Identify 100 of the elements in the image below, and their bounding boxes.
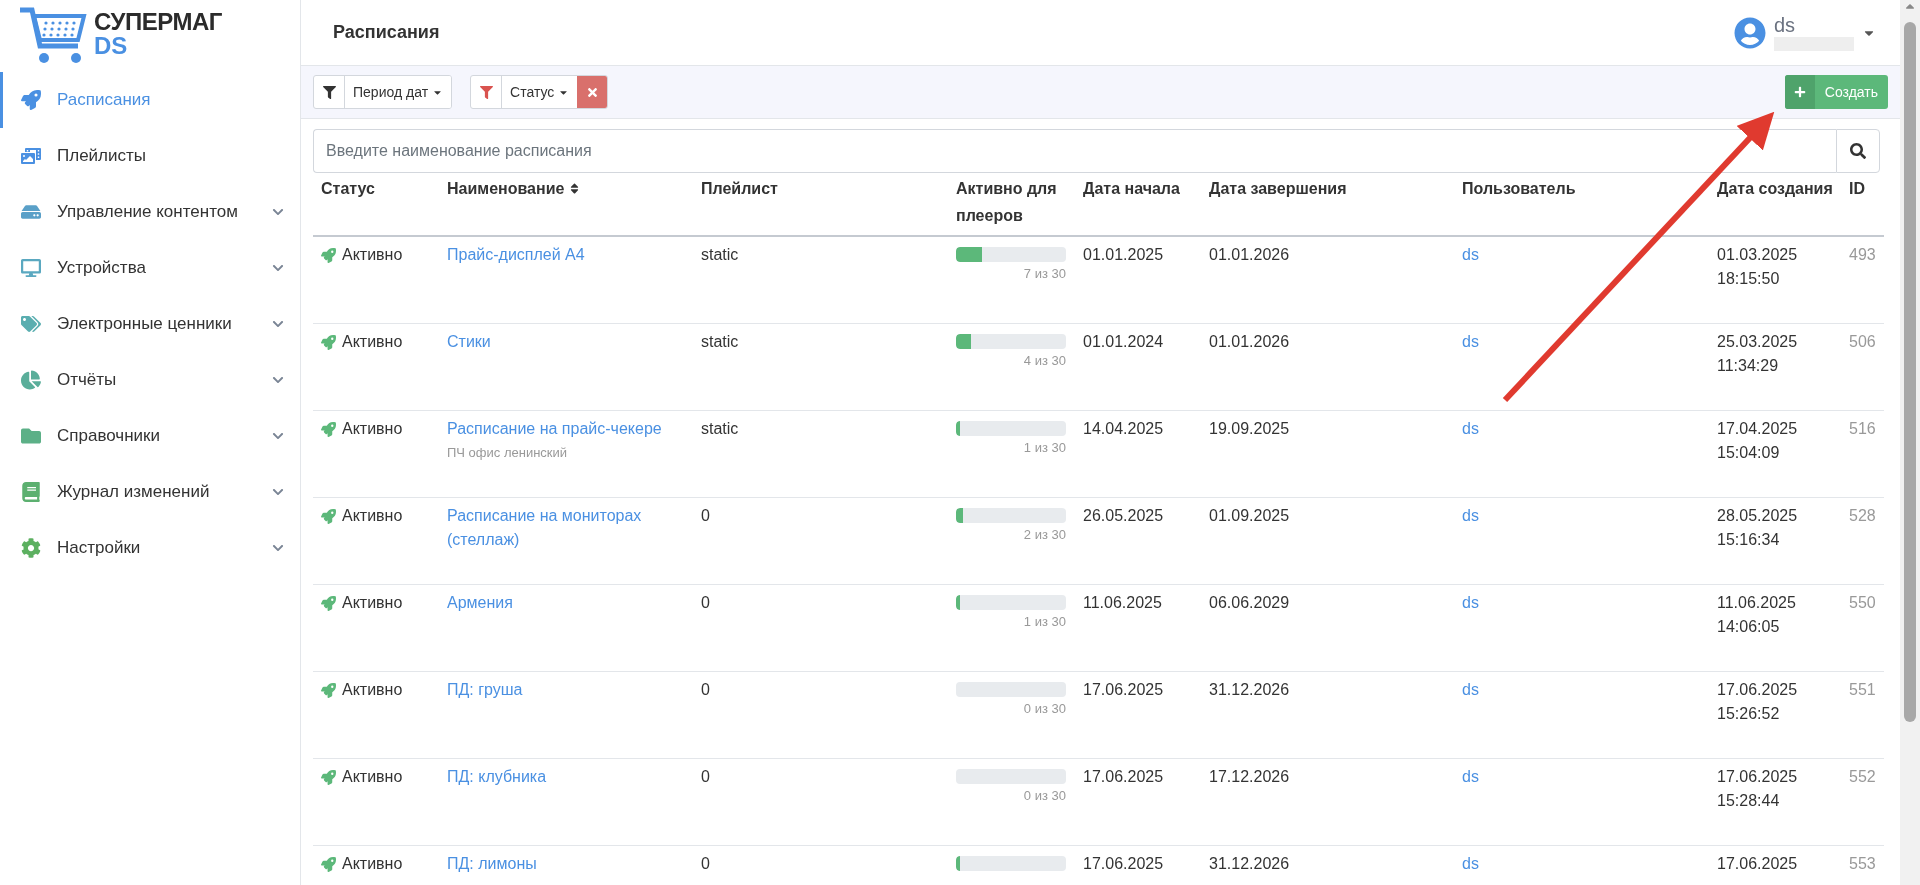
created-time: 11:34:29 — [1717, 356, 1779, 376]
end-date: 06.06.2029 — [1209, 593, 1290, 613]
sidebar-item[interactable]: Справочники — [0, 408, 300, 464]
start-date: 17.06.2025 — [1083, 854, 1164, 874]
id-cell-text: 550 — [1849, 593, 1876, 613]
status-text: Активно — [321, 591, 403, 615]
players-count: 4 из 30 — [1022, 352, 1066, 370]
id-cell-text: 553 — [1849, 854, 1876, 874]
id-cell-text: 552 — [1849, 767, 1876, 787]
column-header: ID — [1841, 173, 1884, 237]
end-date: 31.12.2026 — [1209, 680, 1290, 700]
id-cell-text: 506 — [1849, 332, 1876, 352]
status-text: Активно — [321, 852, 403, 876]
sidebar-item[interactable]: Отчёты — [0, 352, 300, 408]
created-time: 18:15:50 — [1717, 269, 1780, 289]
id-cell-text: 516 — [1849, 419, 1876, 439]
column-header: Дата создания — [1709, 173, 1841, 237]
search-button[interactable] — [1836, 129, 1880, 173]
rocket-icon — [321, 856, 336, 872]
players-count: 0 из 30 — [1022, 787, 1066, 805]
avatar-icon[interactable] — [1734, 16, 1766, 49]
created-date: 17.06.2025 — [1717, 767, 1798, 787]
sidebar-item[interactable]: Журнал изменений — [0, 464, 300, 520]
start-date: 14.04.2025 — [1083, 419, 1164, 439]
schedule-link[interactable]: Стики — [447, 330, 491, 354]
rocket-icon — [321, 247, 336, 263]
column-header: Пользователь — [1454, 173, 1709, 237]
plus-icon — [1793, 86, 1806, 98]
end-date: 31.12.2026 — [1209, 854, 1290, 874]
created-date: 17.04.2025 — [1717, 419, 1798, 439]
sidebar-item[interactable]: Устройства — [0, 240, 300, 296]
user-link[interactable]: ds — [1462, 330, 1479, 354]
sidebar-item[interactable]: Управление контентом — [0, 184, 300, 240]
schedule-link[interactable]: Расписание на прайс-чекере — [447, 417, 662, 441]
user-link[interactable]: ds — [1462, 852, 1479, 876]
created-date: 01.03.2025 — [1717, 245, 1798, 265]
created-date: 17.06.2025 — [1717, 854, 1798, 874]
playlist-cell-text: 0 — [701, 506, 710, 526]
schedule-link[interactable]: ПД: лимоны — [447, 852, 537, 876]
players-count: 1 из 30 — [1022, 439, 1066, 457]
user-link[interactable]: ds — [1462, 417, 1479, 441]
user-name[interactable]: ds — [1774, 14, 1854, 35]
start-date: 01.01.2024 — [1083, 332, 1164, 352]
created-date: 28.05.2025 — [1717, 506, 1798, 526]
user-link[interactable]: ds — [1462, 678, 1479, 702]
sidebar-item[interactable]: Электронные ценники — [0, 296, 300, 352]
schedule-link[interactable]: Прайс-дисплей А4 — [447, 243, 585, 267]
column-header[interactable]: Наименование — [439, 173, 693, 237]
user-link[interactable]: ds — [1462, 591, 1479, 615]
rocket-icon — [321, 682, 336, 698]
column-header: Плейлист — [693, 173, 948, 237]
created-time: 14:06:05 — [1717, 617, 1780, 637]
end-date: 01.01.2026 — [1209, 332, 1290, 352]
players-count: 0 из 30 — [1022, 700, 1066, 718]
rocket-icon — [321, 421, 336, 437]
rocket-icon — [321, 769, 336, 785]
create-button[interactable]: Создать — [1784, 75, 1888, 109]
end-date: 19.09.2025 — [1209, 419, 1290, 439]
end-date: 01.09.2025 — [1209, 506, 1290, 526]
brand-name: СУПЕРМАГ — [94, 10, 222, 34]
search-field[interactable]: Введите наименование расписания — [313, 129, 1836, 173]
start-date: 11.06.2025 — [1083, 593, 1162, 613]
schedule-link[interactable]: ПД: клубника — [447, 765, 547, 789]
column-header: Статус — [313, 173, 439, 237]
user-link[interactable]: ds — [1462, 765, 1479, 789]
start-date: 26.05.2025 — [1083, 506, 1164, 526]
scrollbar-thumb[interactable] — [1904, 22, 1916, 722]
start-date: 01.01.2025 — [1083, 245, 1164, 265]
end-date: 17.12.2026 — [1209, 767, 1290, 787]
players-count: 2 из 30 — [1022, 526, 1066, 544]
created-time: 15:04:09 — [1717, 443, 1780, 463]
created-time: 15:28:44 — [1717, 791, 1780, 811]
created-date: 17.06.2025 — [1717, 680, 1798, 700]
playlist-cell-text: static — [701, 245, 739, 265]
status-text: Активно — [321, 417, 403, 441]
schedule-link[interactable]: ПД: груша — [447, 678, 523, 702]
created-time: 15:16:34 — [1717, 530, 1780, 550]
column-header: Дата начала — [1075, 173, 1201, 237]
id-cell-text: 493 — [1849, 245, 1876, 265]
id-cell-text: 528 — [1849, 506, 1876, 526]
rocket-icon — [321, 595, 336, 611]
status-text: Активно — [321, 243, 403, 267]
sidebar-item[interactable]: Настройки — [0, 520, 300, 576]
close-icon — [585, 85, 599, 99]
created-date: 25.03.2025 — [1717, 332, 1798, 352]
sidebar-item[interactable]: Плейлисты — [0, 128, 300, 184]
schedule-link[interactable]: Расписание на мониторах (стеллаж) — [447, 504, 685, 552]
clear-filter-button[interactable] — [577, 76, 608, 108]
players-count: 7 из 30 — [1022, 265, 1066, 283]
created-time: 15:26:52 — [1717, 704, 1780, 724]
user-link[interactable]: ds — [1462, 243, 1479, 267]
user-link[interactable]: ds — [1462, 504, 1479, 528]
status-text: Активно — [321, 330, 403, 354]
playlist-cell-text: 0 — [701, 680, 710, 700]
status-text: Активно — [321, 678, 403, 702]
status-text: Активно — [321, 765, 403, 789]
book-icon — [19, 480, 43, 504]
schedule-link[interactable]: Армения — [447, 591, 513, 615]
playlist-cell-text: static — [701, 332, 739, 352]
end-date: 01.01.2026 — [1209, 245, 1290, 265]
